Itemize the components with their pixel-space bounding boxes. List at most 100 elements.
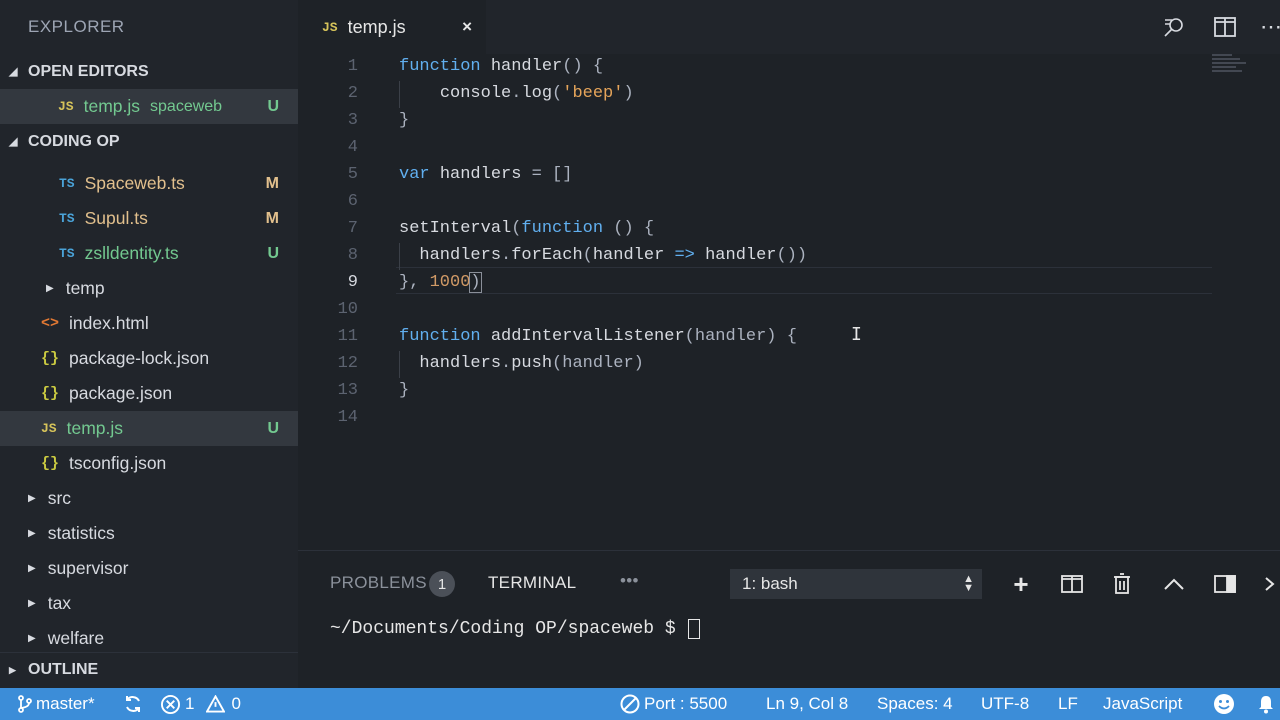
tab-terminal[interactable]: TERMINAL (488, 573, 576, 593)
split-editor-icon[interactable] (1212, 14, 1238, 40)
notifications-bell-icon[interactable] (1257, 688, 1275, 720)
open-editors-header[interactable]: ◢ OPEN EDITORS (0, 54, 298, 89)
bottom-panel: PROBLEMS 1 TERMINAL ••• 1: bash ▲ ▼ + ~/D… (298, 550, 1280, 688)
open-changes-icon[interactable] (1161, 14, 1187, 40)
file-name: package-lock.json (69, 348, 210, 368)
file-item-zslldentity-ts[interactable]: TS zslldentity.ts U (0, 236, 298, 271)
code-token: . (501, 354, 512, 373)
open-editor-item-temp-js[interactable]: JS temp.js spaceweb U (0, 89, 298, 124)
code-line[interactable]: 6 (298, 188, 1280, 215)
code-token: ( (511, 219, 522, 238)
split-terminal-icon[interactable] (1058, 569, 1086, 599)
code-line[interactable]: 5 var handlers = [] (298, 161, 1280, 188)
git-branch-indicator[interactable]: master* (18, 688, 95, 720)
file-item-supul-ts[interactable]: TS Supul.ts M (0, 201, 298, 236)
file-item-tsconfig-json[interactable]: {} tsconfig.json (0, 446, 298, 481)
javascript-file-icon: JS (58, 99, 74, 114)
code-text: } (399, 111, 409, 130)
code-line[interactable]: 11 function addIntervalListener(handler) … (298, 323, 1280, 350)
maximize-panel-icon[interactable] (1160, 569, 1188, 599)
git-status-badge: U (267, 419, 279, 437)
code-line[interactable]: 14 (298, 404, 1280, 431)
code-line[interactable]: 4 (298, 134, 1280, 161)
tab-problems[interactable]: PROBLEMS (330, 573, 427, 593)
project-header[interactable]: ◢ CODING OP (0, 124, 298, 159)
problems-indicator[interactable]: 1 0 (161, 688, 241, 720)
live-server-port[interactable]: Port : 5500 (620, 688, 727, 720)
panel-position-icon[interactable] (1211, 569, 1239, 599)
indentation-setting[interactable]: Spaces: 4 (877, 688, 953, 720)
file-name: temp.js (66, 418, 124, 438)
chevron-down-icon: ◢ (9, 66, 18, 78)
code-text: handlers.push(handler) (399, 354, 643, 373)
code-line[interactable]: 8 handlers.forEach(handler => handler()) (298, 242, 1280, 269)
terminal-select[interactable]: 1: bash ▲ ▼ (730, 569, 982, 599)
line-number: 4 (347, 138, 358, 157)
more-tabs-icon[interactable]: ••• (620, 571, 639, 591)
code-token: => (664, 246, 706, 265)
code-line[interactable]: 1 function handler() { (298, 53, 1280, 80)
line-number: 1 (347, 57, 358, 76)
code-token: handlers (419, 354, 502, 373)
more-actions-icon[interactable]: ⋯ (1258, 14, 1280, 40)
folder-item-temp[interactable]: ▶ temp (0, 271, 298, 306)
code-line[interactable]: 10 (298, 296, 1280, 323)
code-line[interactable]: 9}, 1000) (298, 269, 1280, 296)
close-panel-icon[interactable] (1260, 569, 1280, 599)
close-icon[interactable]: × (462, 17, 472, 37)
terminal-output[interactable]: ~/Documents/Coding OP/spaceweb $ (330, 619, 701, 639)
trash-icon[interactable] (1108, 569, 1136, 599)
folder-name: welfare (47, 628, 105, 648)
file-item-index-html[interactable]: <> index.html (0, 306, 298, 341)
minimap[interactable] (1212, 54, 1250, 78)
chevron-right-icon: ▶ (28, 493, 36, 504)
warning-icon (206, 695, 226, 713)
line-number: 8 (347, 246, 358, 265)
code-line[interactable]: 13} (298, 377, 1280, 404)
chevron-right-icon: ▶ (9, 664, 16, 675)
code-token: forEach (511, 246, 583, 265)
outline-header[interactable]: ▶ OUTLINE (0, 652, 298, 687)
code-editor[interactable]: 1 function handler() {2 console.log('beep… (298, 54, 1280, 550)
feedback-smiley-icon[interactable] (1213, 688, 1235, 720)
folder-item-src[interactable]: ▶ src (0, 481, 298, 516)
git-status-badge: M (265, 174, 279, 192)
code-token: console (439, 84, 512, 103)
text-cursor-icon: I (851, 324, 862, 345)
file-item-spaceweb-ts[interactable]: TS Spaceweb.ts M (0, 166, 298, 201)
folder-item-supervisor[interactable]: ▶ supervisor (0, 551, 298, 586)
file-item-package-lock-json[interactable]: {} package-lock.json (0, 341, 298, 376)
code-line[interactable]: 2 console.log('beep') (298, 80, 1280, 107)
code-token: () { (603, 219, 655, 238)
code-line[interactable]: 3} (298, 107, 1280, 134)
code-token: var (399, 165, 440, 184)
code-token: 1000 (429, 273, 471, 292)
eol-setting[interactable]: LF (1058, 688, 1078, 720)
language-mode[interactable]: JavaScript (1103, 688, 1182, 720)
code-token: function (399, 57, 491, 76)
line-number: 14 (337, 408, 358, 427)
folder-name: src (47, 488, 72, 508)
file-item-package-json[interactable]: {} package.json (0, 376, 298, 411)
encoding-setting[interactable]: UTF-8 (981, 688, 1029, 720)
terminal-cursor (688, 619, 701, 639)
folder-item-tax[interactable]: ▶ tax (0, 586, 298, 621)
file-name: package.json (69, 383, 173, 403)
folder-item-welfare[interactable]: ▶ welfare (0, 621, 298, 656)
code-token: log (521, 84, 553, 103)
file-item-temp-js[interactable]: JS temp.js U (0, 411, 298, 446)
typescript-file-icon: TS (59, 246, 75, 261)
code-token: ( (552, 84, 563, 103)
code-line[interactable]: 7 setInterval(function () { (298, 215, 1280, 242)
folder-item-statistics[interactable]: ▶ statistics (0, 516, 298, 551)
tab-temp-js[interactable]: JS temp.js × (298, 0, 486, 54)
terminal-prompt: ~/Documents/Coding OP/spaceweb $ (330, 619, 687, 639)
cursor-position[interactable]: Ln 9, Col 8 (766, 688, 848, 720)
error-icon (161, 694, 180, 714)
new-terminal-icon[interactable]: + (1007, 569, 1035, 599)
sync-icon[interactable] (123, 688, 143, 720)
code-line[interactable]: 12 handlers.push(handler) (298, 350, 1280, 377)
